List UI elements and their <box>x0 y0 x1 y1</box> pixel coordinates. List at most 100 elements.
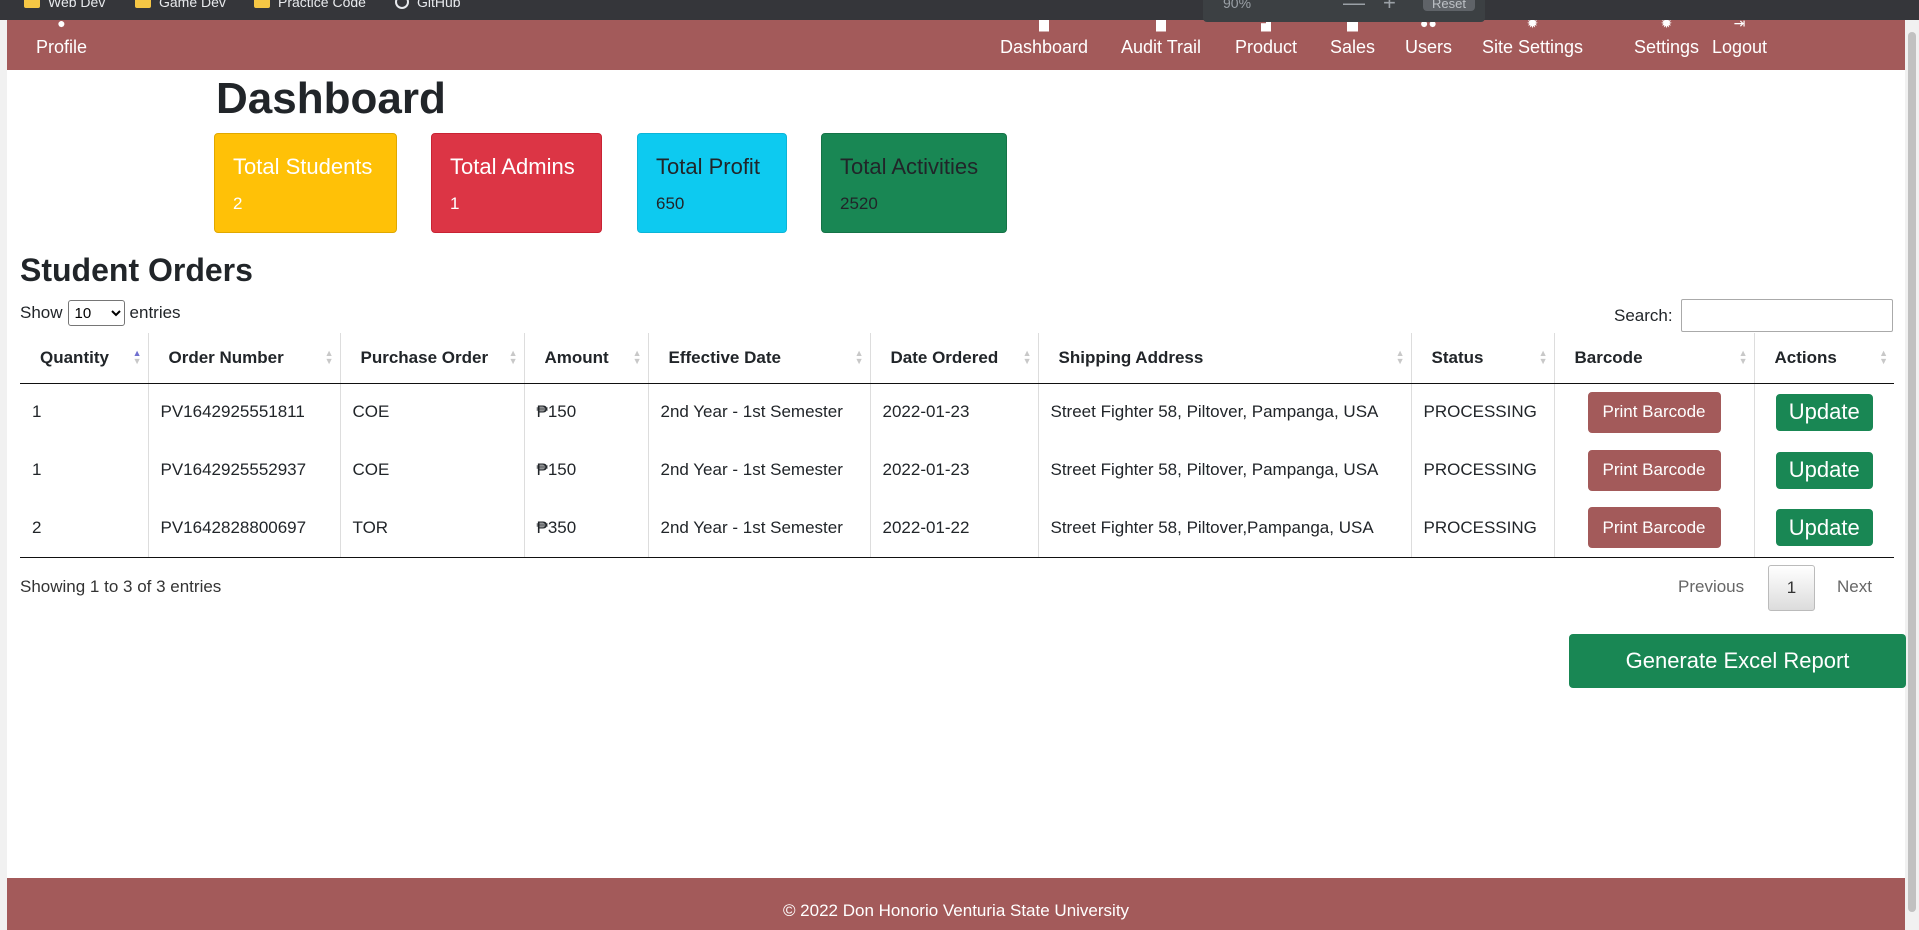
cell-amount: ₱150 <box>524 383 649 441</box>
page-title: Dashboard <box>216 74 446 123</box>
cell-actions: Update <box>1754 383 1894 441</box>
cell-order-number: PV1642925551811 <box>148 383 341 441</box>
print-barcode-button[interactable]: Print Barcode <box>1587 507 1721 549</box>
cell-order-number: PV1642925552937 <box>148 441 341 499</box>
sort-icon: ▲ ▼ <box>632 348 642 366</box>
cell-order-number: PV1642828800697 <box>148 499 341 558</box>
bookmark-practice-code[interactable]: Practice Code <box>254 0 366 10</box>
cell-shipping-address: Street Fighter 58, Piltover,Pampanga, US… <box>1038 499 1412 558</box>
nav-label: Product <box>1235 37 1298 57</box>
table-header-row: Quantity ▲ ▼ Order Number ▲ ▼ Purchase Order… <box>20 333 1894 384</box>
cell-quantity: 1 <box>20 383 149 441</box>
section-title: Student Orders <box>20 252 253 288</box>
nav-label: Profile <box>36 37 88 57</box>
column-label: Shipping Address <box>1058 347 1204 367</box>
nav-audit-trail[interactable]: ▆ Audit Trail <box>1121 20 1201 70</box>
column-label: Barcode <box>1574 347 1643 367</box>
cell-date-ordered: 2022-01-23 <box>870 383 1039 441</box>
col-shipping-address[interactable]: Shipping Address ▲ ▼ <box>1038 333 1412 384</box>
sort-icon: ▲ ▼ <box>1395 348 1405 366</box>
column-label: Actions <box>1774 347 1837 367</box>
dashboard-icon: ▆ <box>1038 20 1050 31</box>
scrollbar-thumb[interactable] <box>1908 32 1916 912</box>
cell-purchase-order: COE <box>340 383 525 441</box>
sort-icon: ▲ ▼ <box>1738 348 1748 366</box>
col-status[interactable]: Status ▲ ▼ <box>1411 333 1555 384</box>
cell-shipping-address: Street Fighter 58, Piltover, Pampanga, U… <box>1038 441 1412 499</box>
table-info: Showing 1 to 3 of 3 entries <box>20 577 222 596</box>
bookmark-label: Practice Code <box>278 0 366 10</box>
scrollbar[interactable] <box>1905 20 1919 930</box>
zoom-reset-button[interactable]: Reset <box>1423 0 1475 11</box>
col-quantity[interactable]: Quantity ▲ ▼ <box>20 333 149 384</box>
bookmark-label: Web Dev <box>48 0 106 10</box>
cell-actions: Update <box>1754 499 1894 558</box>
update-button[interactable]: Update <box>1775 509 1873 547</box>
nav-label: Site Settings <box>1482 37 1584 57</box>
col-amount[interactable]: Amount ▲ ▼ <box>524 333 649 384</box>
pagination-previous[interactable]: Previous <box>1678 577 1744 597</box>
gear-icon: ✹ <box>1660 20 1673 31</box>
nav-label: Dashboard <box>1000 37 1089 57</box>
column-label: Purchase Order <box>360 347 489 367</box>
col-effective-date[interactable]: Effective Date ▲ ▼ <box>648 333 871 384</box>
nav-settings[interactable]: ✹ Settings <box>1634 20 1699 70</box>
pagination-next[interactable]: Next <box>1837 577 1872 597</box>
cell-shipping-address: Street Fighter 58, Piltover, Pampanga, U… <box>1038 383 1412 441</box>
table-search: Search: <box>1614 299 1893 332</box>
update-button[interactable]: Update <box>1775 451 1873 489</box>
card-value: 650 <box>656 194 685 213</box>
cell-barcode: Print Barcode <box>1554 383 1755 441</box>
cell-amount: ₱350 <box>524 499 649 558</box>
column-label: Amount <box>544 347 609 367</box>
cell-date-ordered: 2022-01-23 <box>870 441 1039 499</box>
bookmark-game-dev[interactable]: Game Dev <box>135 0 226 10</box>
column-label: Quantity <box>40 347 109 367</box>
logout-icon: ⇥ <box>1733 20 1746 31</box>
table-row: 1 PV1642925551811 COE ₱150 2nd Year - 1s… <box>20 383 1894 441</box>
print-barcode-button[interactable]: Print Barcode <box>1587 449 1721 491</box>
card-value: 1 <box>450 194 460 213</box>
left-edge <box>0 20 7 930</box>
nav-users[interactable]: ●● Users <box>1405 20 1452 70</box>
orders-table: Quantity ▲ ▼ Order Number ▲ ▼ Purchase Order… <box>20 333 1894 558</box>
folder-icon <box>254 0 270 8</box>
bookmark-web-dev[interactable]: Web Dev <box>24 0 105 10</box>
chart-icon: ▟ <box>1260 20 1272 31</box>
sort-icon: ▲ ▼ <box>1022 348 1032 366</box>
nav-logout[interactable]: ⇥ Logout <box>1712 20 1767 70</box>
nav-product[interactable]: ▟ Product <box>1235 20 1297 70</box>
nav-dashboard[interactable]: ▆ Dashboard <box>1000 20 1088 70</box>
cell-barcode: Print Barcode <box>1554 499 1755 558</box>
pagination-page-1[interactable]: 1 <box>1768 565 1815 611</box>
card-total-activities: Total Activities 2520 <box>821 133 1007 233</box>
page-size-select[interactable]: 10 <box>67 300 125 326</box>
cell-effective-date: 2nd Year - 1st Semester <box>648 383 871 441</box>
col-purchase-order[interactable]: Purchase Order ▲ ▼ <box>340 333 525 384</box>
nav-profile[interactable]: ● Profile <box>36 20 87 70</box>
col-actions[interactable]: Actions ▲ ▼ <box>1754 333 1894 384</box>
column-label: Order Number <box>168 347 284 367</box>
generate-excel-report-button[interactable]: Generate Excel Report <box>1569 634 1906 688</box>
bookmark-github[interactable]: GitHub <box>395 0 461 10</box>
show-label: Show <box>20 303 63 322</box>
column-label: Status <box>1431 347 1484 367</box>
search-label: Search: <box>1614 305 1673 325</box>
zoom-out-button[interactable]: — <box>1343 0 1365 16</box>
col-order-number[interactable]: Order Number ▲ ▼ <box>148 333 341 384</box>
search-input[interactable] <box>1680 299 1893 332</box>
zoom-in-button[interactable]: + <box>1383 0 1396 16</box>
col-barcode[interactable]: Barcode ▲ ▼ <box>1554 333 1755 384</box>
table-row: 2 PV1642828800697 TOR ₱350 2nd Year - 1s… <box>20 499 1894 558</box>
col-date-ordered[interactable]: Date Ordered ▲ ▼ <box>870 333 1039 384</box>
nav-sales[interactable]: ▆ Sales <box>1330 20 1375 70</box>
card-value: 2520 <box>840 194 878 213</box>
nav-label: Settings <box>1634 37 1700 57</box>
card-total-profit: Total Profit 650 <box>637 133 787 233</box>
nav-site-settings[interactable]: ✹ Site Settings <box>1482 20 1583 70</box>
cell-status: PROCESSING <box>1411 499 1555 558</box>
print-barcode-button[interactable]: Print Barcode <box>1587 391 1721 433</box>
cell-purchase-order: COE <box>340 441 525 499</box>
card-title: Total Profit <box>656 154 760 179</box>
update-button[interactable]: Update <box>1775 393 1873 431</box>
